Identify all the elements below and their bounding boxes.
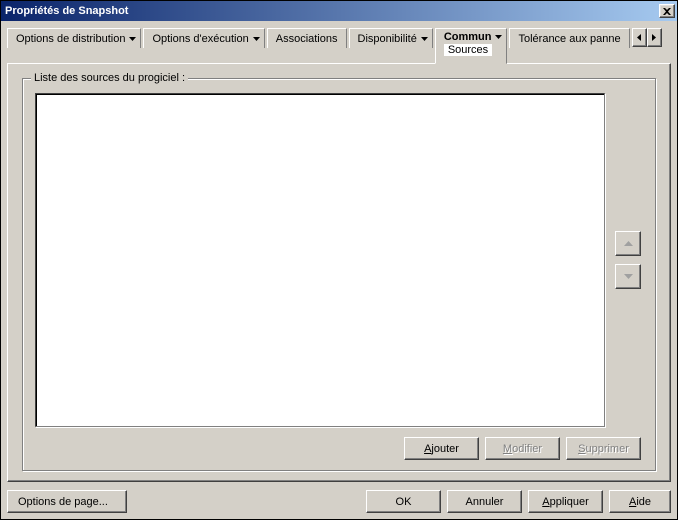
page-options-button[interactable]: Options de page... [7,490,127,513]
close-icon [663,8,671,15]
triangle-up-icon [624,241,633,246]
apply-button[interactable]: Appliquer [528,490,603,513]
help-button[interactable]: Aide [609,490,671,513]
tab-label: Options de distribution [16,33,125,45]
button-label: Annuler [466,496,504,508]
window-title: Propriétés de Snapshot [5,5,659,17]
tab-scroll-right[interactable] [647,28,662,47]
tab-label: Disponibilité [358,33,417,45]
dialog-button-bar: Options de page... OK Annuler Appliquer … [1,486,677,519]
sources-listbox[interactable] [35,93,605,427]
tab-sublabel: Sources [444,44,492,56]
sources-groupbox: Liste des sources du progiciel : Ajouter… [22,78,656,471]
move-down-button[interactable] [615,264,641,289]
tab-execution[interactable]: Options d'exécution [143,28,264,48]
ok-button[interactable]: OK [366,490,441,513]
tab-scroll-left[interactable] [632,28,647,47]
tab-associations[interactable]: Associations [267,28,347,48]
delete-button: Supprimer [566,437,641,460]
close-button[interactable] [659,4,675,18]
titlebar: Propriétés de Snapshot [1,1,677,21]
group-button-row: Ajouter Modifier Supprimer [35,437,641,460]
tab-label: Tolérance aux panne [518,33,620,45]
tab-availability[interactable]: Disponibilité [349,28,433,48]
tab-label: Commun [444,31,492,43]
reorder-controls [615,93,643,427]
move-up-button[interactable] [615,231,641,256]
tab-label: Options d'exécution [152,33,248,45]
chevron-down-icon [421,37,428,41]
groupbox-legend: Liste des sources du progiciel : [31,72,188,84]
tab-fault[interactable]: Tolérance aux panne [509,28,629,48]
tab-label: Associations [276,33,338,45]
triangle-down-icon [624,274,633,279]
chevron-down-icon [495,35,502,39]
button-label: OK [396,496,412,508]
triangle-left-icon [637,34,641,41]
modify-button: Modifier [485,437,560,460]
tab-common[interactable]: Commun Sources [435,28,508,64]
tab-panel: Liste des sources du progiciel : Ajouter… [7,63,671,482]
tabstrip: Options de distribution Options d'exécut… [1,21,677,63]
button-label: Options de page... [18,496,108,508]
triangle-right-icon [652,34,656,41]
tab-distribution[interactable]: Options de distribution [7,28,141,48]
add-button[interactable]: Ajouter [404,437,479,460]
cancel-button[interactable]: Annuler [447,490,522,513]
chevron-down-icon [253,37,260,41]
window: Propriétés de Snapshot Options de distri… [0,0,678,520]
chevron-down-icon [129,37,136,41]
